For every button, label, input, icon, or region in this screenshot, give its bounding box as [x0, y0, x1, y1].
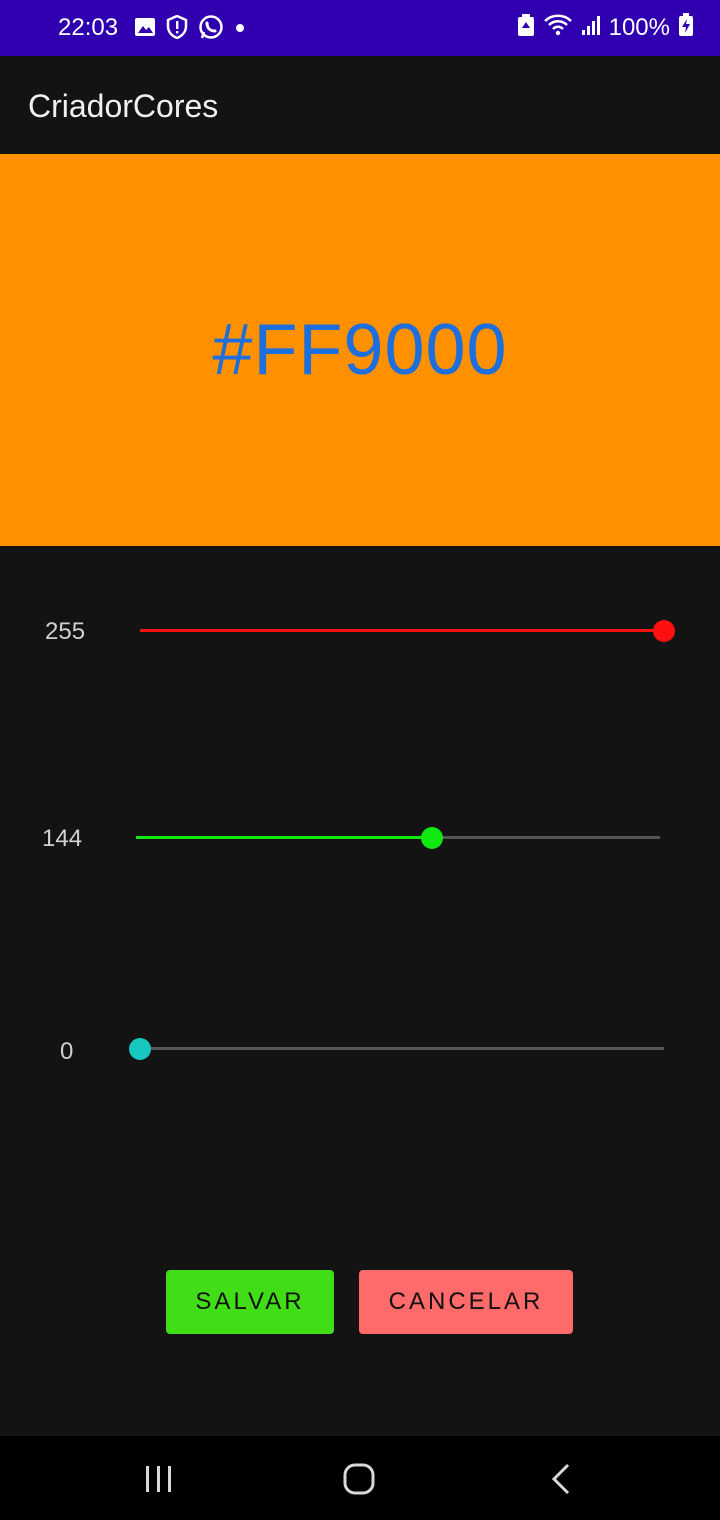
system-icons: 100% [517, 13, 694, 42]
whatsapp-icon [198, 14, 224, 45]
blue-slider-row: 0 [0, 1018, 720, 1078]
shield-icon [166, 14, 188, 44]
green-value-label: 144 [42, 825, 83, 852]
red-slider-thumb[interactable] [653, 620, 675, 642]
status-time: 22:03 [58, 14, 119, 41]
wifi-icon [543, 13, 573, 42]
notification-icons [134, 14, 246, 45]
app-title: CriadorCores [28, 88, 219, 124]
back-icon[interactable] [548, 1462, 574, 1501]
status-bar: 22:03 100% [0, 0, 720, 56]
signal-icon [581, 13, 601, 42]
color-preview: #FF9000 [0, 154, 720, 546]
home-icon[interactable] [342, 1462, 376, 1501]
red-value-label: 255 [45, 618, 86, 645]
red-slider-fill [140, 629, 664, 632]
green-slider-thumb[interactable] [420, 827, 443, 849]
recents-icon[interactable] [144, 1464, 174, 1499]
image-icon [134, 16, 156, 43]
cancel-button[interactable]: CANCELAR [359, 1270, 573, 1334]
blue-slider-track[interactable] [140, 1047, 664, 1050]
save-button[interactable]: SALVAR [166, 1270, 334, 1334]
battery-charging-icon [678, 13, 694, 42]
app-bar: CriadorCores [0, 56, 720, 154]
blue-value-label: 0 [60, 1038, 74, 1065]
green-slider-row: 144 [0, 807, 720, 867]
battery-percent: 100% [608, 13, 670, 41]
battery-saver-icon [517, 13, 535, 42]
red-slider-row: 255 [0, 600, 720, 660]
dot-icon [234, 21, 246, 39]
hex-code-label: #FF9000 [212, 310, 508, 390]
blue-slider-thumb[interactable] [129, 1038, 151, 1060]
green-slider-fill [136, 836, 432, 839]
navigation-bar [0, 1436, 720, 1520]
